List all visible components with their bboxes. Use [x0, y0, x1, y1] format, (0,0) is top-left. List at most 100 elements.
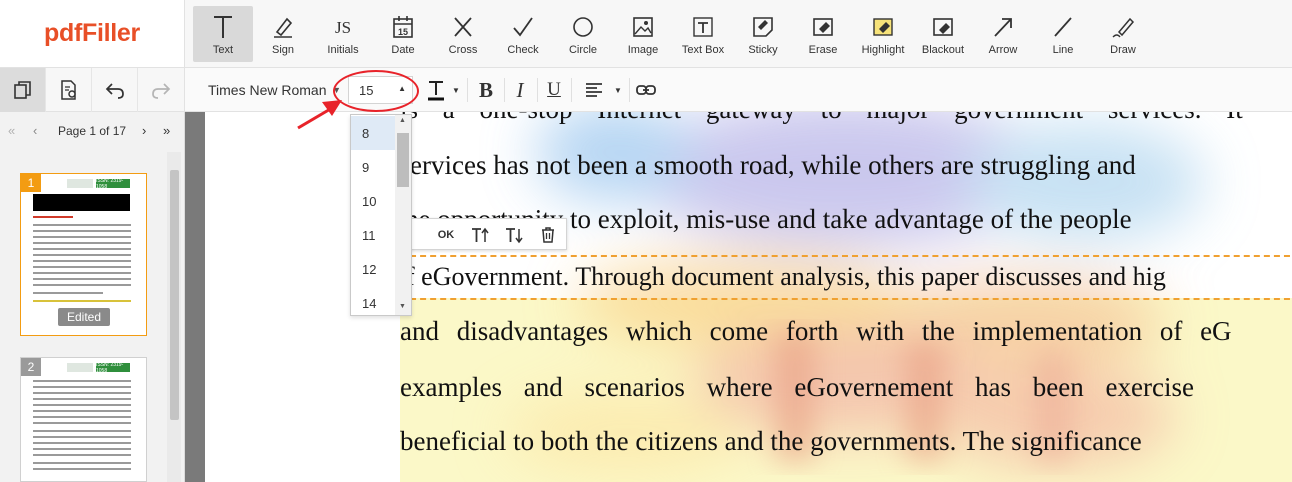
tool-text[interactable]: Text	[193, 6, 253, 62]
thumb-line	[33, 242, 131, 244]
tool-textbox[interactable]: Text Box	[673, 6, 733, 62]
left-controls	[0, 68, 185, 112]
next-page-icon[interactable]: ›	[142, 123, 146, 138]
tool-line[interactable]: Line	[1033, 6, 1093, 62]
sticky-note-icon	[753, 17, 773, 37]
tool-label: Text Box	[681, 44, 725, 56]
decrease-size-button[interactable]	[500, 222, 528, 248]
document-text-line: and disadvantages which come forth with …	[400, 316, 1232, 346]
tool-check[interactable]: Check	[493, 6, 553, 62]
font-size-option[interactable]: 9	[351, 150, 395, 184]
tool-initials[interactable]: JS Initials	[313, 6, 373, 62]
page-thumbnail-2[interactable]: 2 ISSN: 2319-1058	[20, 357, 147, 482]
font-size-option[interactable]: 11	[351, 218, 395, 252]
font-family-select[interactable]: Times New Roman ▼	[198, 77, 343, 103]
increase-size-button[interactable]	[466, 222, 494, 248]
thumb-line	[33, 436, 131, 438]
document-text-line-editing[interactable]: f eGovernment. Through document analysis…	[406, 262, 1166, 292]
tool-cross[interactable]: Cross	[433, 6, 493, 62]
tool-label: Draw	[1110, 44, 1136, 56]
thumb-issn: ISSN: 2319-1058	[96, 363, 130, 372]
tool-label: Image	[627, 44, 659, 56]
thumb-issn: ISSN: 2319-1058	[96, 179, 130, 188]
separator	[537, 78, 538, 102]
dropdown-scrollbar-thumb[interactable]	[397, 133, 409, 187]
tool-sticky[interactable]: Sticky	[733, 6, 793, 62]
separator	[629, 78, 630, 102]
underline-button[interactable]: U	[541, 76, 567, 104]
align-button[interactable]	[583, 76, 605, 104]
font-size-option[interactable]: 8	[351, 116, 395, 150]
separator	[467, 78, 468, 102]
tool-label: Initials	[327, 44, 359, 56]
initials-icon: JS	[335, 18, 351, 37]
align-dropdown[interactable]: ▼	[612, 76, 624, 104]
tool-arrow[interactable]: Arrow	[973, 6, 1033, 62]
tool-label: Line	[1052, 44, 1074, 56]
ok-button[interactable]: OK	[432, 222, 460, 248]
font-size-up-icon	[472, 227, 489, 242]
scroll-down-icon[interactable]: ▼	[399, 303, 406, 310]
text-color-dropdown[interactable]: ▼	[450, 76, 462, 104]
text-color-icon	[428, 81, 444, 101]
font-size-option[interactable]: 10	[351, 184, 395, 218]
cross-icon	[454, 17, 472, 37]
document-text-line: beneficial to both the citizens and the …	[400, 426, 1142, 456]
link-button[interactable]	[635, 76, 657, 104]
last-page-icon[interactable]: »	[163, 123, 170, 138]
font-size-option[interactable]: 14	[351, 286, 395, 320]
undo-button[interactable]	[92, 68, 138, 112]
italic-button[interactable]: I	[507, 76, 533, 104]
thumb-line	[33, 404, 131, 406]
thumb-line	[33, 266, 131, 268]
font-size-dropdown-list: 8 9 10 11 12 14 ▲ ▼	[350, 114, 412, 316]
thumb-line	[33, 462, 131, 464]
thumb-line	[33, 224, 131, 226]
thumb-logo	[67, 179, 93, 188]
separator	[504, 78, 505, 102]
edited-badge: Edited	[58, 308, 110, 326]
text-color-button[interactable]	[425, 76, 447, 104]
thumb-line	[33, 430, 131, 432]
tool-label: Circle	[568, 44, 598, 56]
tool-draw[interactable]: Draw	[1093, 6, 1153, 62]
trash-icon	[542, 227, 554, 243]
tool-circle[interactable]: Circle	[553, 6, 613, 62]
thumb-line	[33, 278, 131, 280]
chevron-up-icon: ▲	[398, 84, 406, 93]
tool-date[interactable]: 15 Date	[373, 6, 433, 62]
first-page-icon[interactable]: «	[8, 123, 15, 138]
thumbnails-button[interactable]	[0, 68, 46, 112]
logo-text: pdfFiller	[44, 19, 140, 47]
font-size-value: 15	[359, 82, 374, 98]
tool-sign[interactable]: Sign	[253, 6, 313, 62]
page-thumbnail-1[interactable]: 1 ISSN: 2319-1058 Edited	[20, 173, 147, 336]
document-settings-icon	[60, 80, 76, 100]
delete-button[interactable]	[534, 222, 562, 248]
link-icon	[636, 85, 656, 95]
thumb-line	[33, 416, 131, 418]
font-size-select[interactable]: 15 ▲	[348, 76, 413, 104]
highlighter-icon	[873, 18, 893, 36]
tool-label: Text	[212, 44, 234, 56]
sidebar-scrollbar-thumb[interactable]	[170, 170, 179, 420]
thumb-line	[33, 254, 131, 256]
scroll-up-icon[interactable]: ▲	[399, 117, 406, 124]
pages-sidebar: « ‹ Page 1 of 17 › » 1 ISSN: 2319-1058 E…	[0, 112, 185, 482]
font-family-value: Times New Roman	[208, 82, 327, 98]
page-settings-button[interactable]	[46, 68, 92, 112]
tool-blackout[interactable]: Blackout	[913, 6, 973, 62]
redo-button[interactable]	[138, 68, 184, 112]
page-indicator: Page 1 of 17	[58, 124, 127, 138]
brand-logo[interactable]: pdfFiller	[0, 0, 185, 68]
font-size-option[interactable]: 12	[351, 252, 395, 286]
tool-label: Arrow	[988, 44, 1018, 56]
tool-label: Sign	[271, 44, 295, 56]
tool-image[interactable]: Image	[613, 6, 673, 62]
tool-highlight[interactable]: Highlight	[853, 6, 913, 62]
text-block-border-bottom	[400, 298, 1292, 300]
bold-button[interactable]: B	[473, 76, 499, 104]
prev-page-icon[interactable]: ‹	[33, 123, 37, 138]
main-toolbar: Text Sign JS Initials 15 Date Cross Chec…	[185, 0, 1292, 68]
tool-erase[interactable]: Erase	[793, 6, 853, 62]
